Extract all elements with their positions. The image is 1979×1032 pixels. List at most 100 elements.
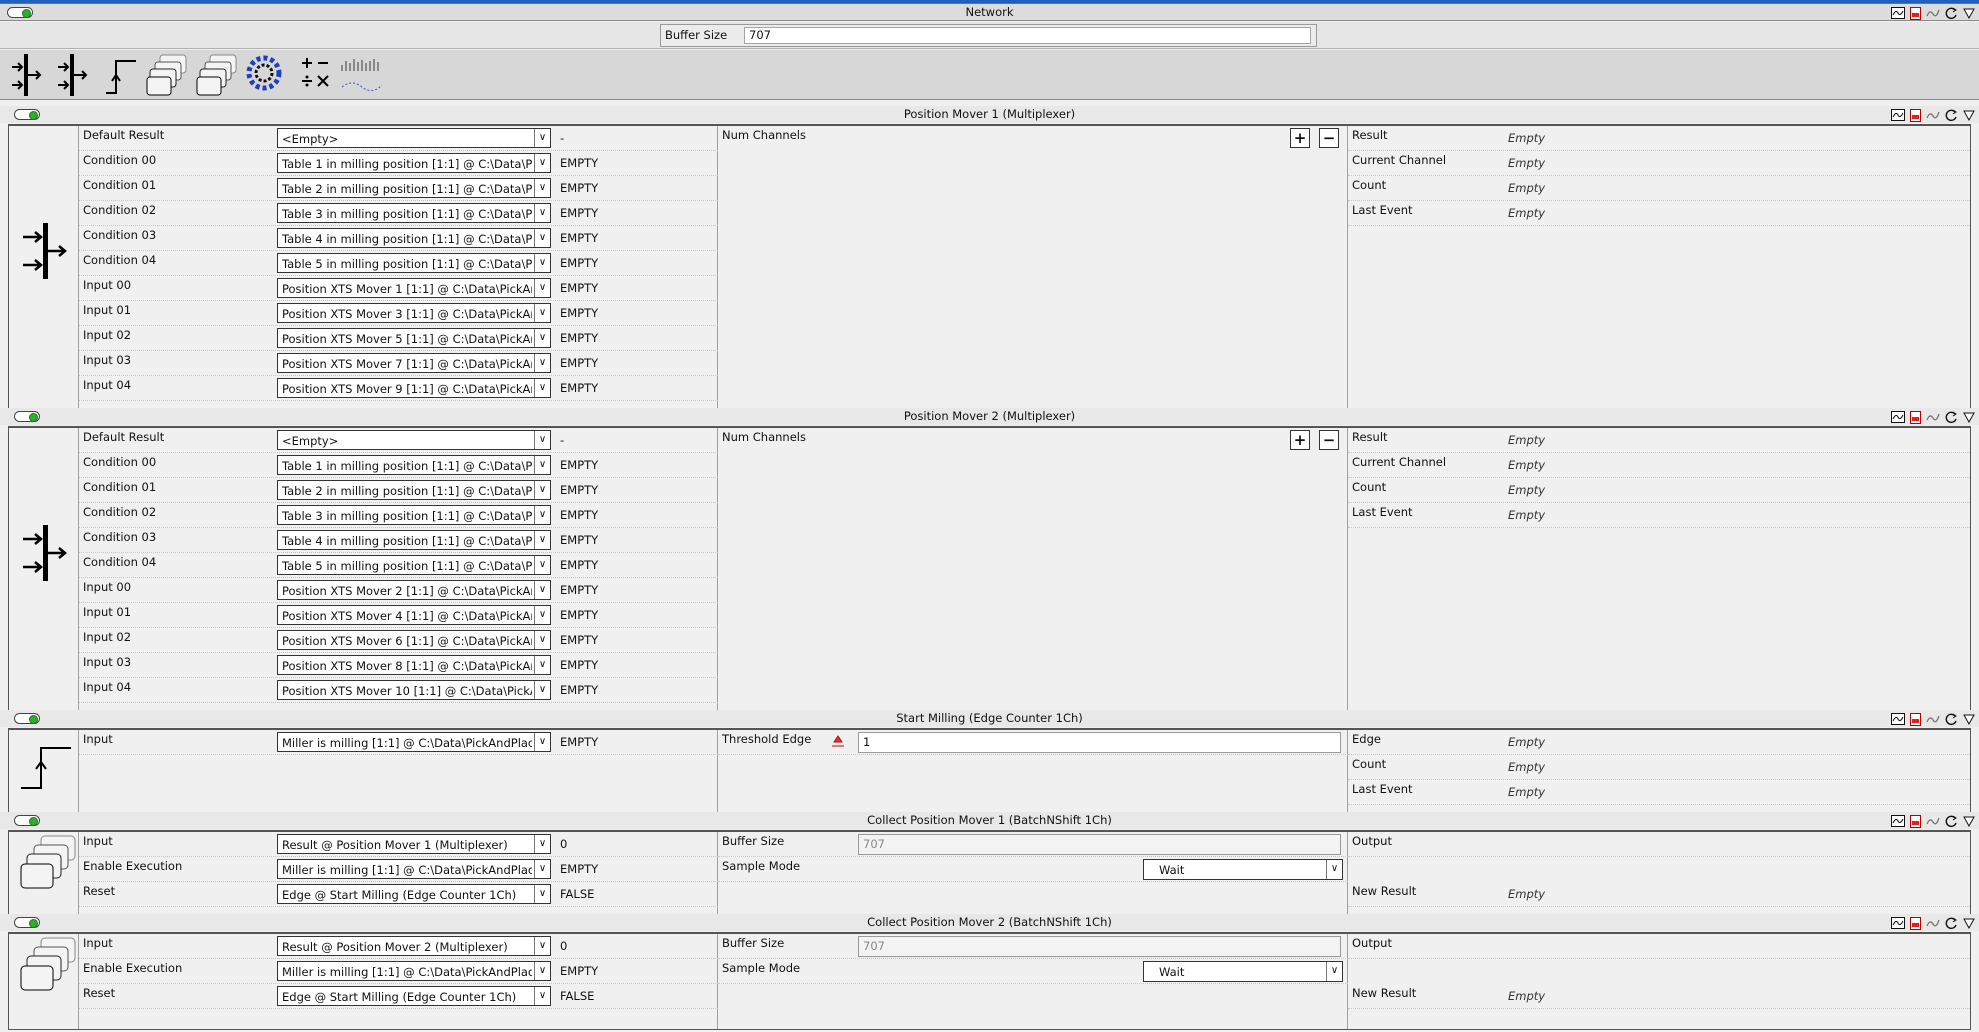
pdf-icon[interactable] (1910, 712, 1921, 726)
buffer-size-input[interactable]: 707 (858, 834, 1341, 855)
block-enable-toggle[interactable] (14, 917, 40, 928)
input-source-dropdown[interactable]: Edge @ Start Milling (Edge Counter 1Ch) ∨ (277, 884, 551, 904)
chart-icon[interactable] (1891, 109, 1905, 121)
chevron-down-icon[interactable]: ∨ (534, 304, 550, 322)
refresh-icon[interactable] (1945, 713, 1958, 726)
arithmetic-icon[interactable] (298, 53, 334, 93)
chart-icon[interactable] (1891, 713, 1905, 725)
chevron-down-icon[interactable]: ∨ (534, 204, 550, 222)
collapse-icon[interactable] (1963, 7, 1975, 19)
pdf-icon[interactable] (1910, 410, 1921, 424)
signal-icon[interactable] (340, 53, 386, 93)
collapse-icon[interactable] (1963, 109, 1975, 121)
input-source-dropdown[interactable]: Table 2 in milling position [1:1] @ C:\D… (277, 480, 551, 500)
input-source-dropdown[interactable]: Edge @ Start Milling (Edge Counter 1Ch) ∨ (277, 986, 551, 1006)
chevron-down-icon[interactable]: ∨ (534, 631, 550, 649)
input-source-dropdown[interactable]: Table 4 in milling position [1:1] @ C:\D… (277, 530, 551, 550)
signal-icon[interactable] (1926, 7, 1940, 19)
signal-icon[interactable] (1926, 109, 1940, 121)
edge-counter-icon[interactable] (104, 53, 140, 97)
chevron-down-icon[interactable]: ∨ (1326, 860, 1342, 879)
signal-icon[interactable] (1926, 713, 1940, 725)
pdf-icon[interactable] (1910, 814, 1921, 828)
chevron-down-icon[interactable]: ∨ (534, 987, 550, 1005)
block-enable-toggle[interactable] (14, 411, 40, 422)
chevron-down-icon[interactable]: ∨ (534, 937, 550, 955)
chevron-down-icon[interactable]: ∨ (534, 456, 550, 474)
input-source-dropdown[interactable]: Position XTS Mover 8 [1:1] @ C:\Data\Pic… (277, 655, 551, 675)
chevron-down-icon[interactable]: ∨ (534, 556, 550, 574)
add-channel-button[interactable]: + (1290, 430, 1310, 450)
block-enable-toggle[interactable] (14, 815, 40, 826)
input-source-dropdown[interactable]: <Empty> ∨ (277, 128, 551, 148)
input-source-dropdown[interactable]: Position XTS Mover 9 [1:1] @ C:\Data\Pic… (277, 378, 551, 398)
pdf-icon[interactable] (1910, 6, 1921, 20)
chevron-down-icon[interactable]: ∨ (534, 329, 550, 347)
input-source-dropdown[interactable]: Result @ Position Mover 2 (Multiplexer) ∨ (277, 936, 551, 956)
input-source-dropdown[interactable]: Miller is milling [1:1] @ C:\Data\PickAn… (277, 961, 551, 981)
collapse-icon[interactable] (1963, 411, 1975, 423)
chevron-down-icon[interactable]: ∨ (1326, 962, 1342, 981)
refresh-icon[interactable] (1945, 109, 1958, 122)
network-buffer-input[interactable]: 707 (744, 27, 1311, 44)
collapse-icon[interactable] (1963, 713, 1975, 725)
chart-icon[interactable] (1891, 917, 1905, 929)
threshold-edge-input[interactable]: 1 (858, 732, 1341, 753)
sample-mode-select[interactable]: Wait ∨ (1143, 859, 1343, 880)
chart-icon[interactable] (1891, 815, 1905, 827)
chevron-down-icon[interactable]: ∨ (534, 254, 550, 272)
input-source-dropdown[interactable]: Table 1 in milling position [1:1] @ C:\D… (277, 455, 551, 475)
multiplexer-icon[interactable] (56, 53, 90, 97)
refresh-icon[interactable] (1945, 815, 1958, 828)
input-source-dropdown[interactable]: Position XTS Mover 7 [1:1] @ C:\Data\Pic… (277, 353, 551, 373)
chevron-down-icon[interactable]: ∨ (534, 581, 550, 599)
chart-icon[interactable] (1891, 411, 1905, 423)
input-source-dropdown[interactable]: Table 3 in milling position [1:1] @ C:\D… (277, 505, 551, 525)
chevron-down-icon[interactable]: ∨ (534, 606, 550, 624)
refresh-icon[interactable] (1945, 411, 1958, 424)
input-source-dropdown[interactable]: Position XTS Mover 6 [1:1] @ C:\Data\Pic… (277, 630, 551, 650)
block-enable-toggle[interactable] (14, 109, 40, 120)
chart-icon[interactable] (1891, 7, 1905, 19)
signal-icon[interactable] (1926, 815, 1940, 827)
input-source-dropdown[interactable]: Table 4 in milling position [1:1] @ C:\D… (277, 228, 551, 248)
remove-channel-button[interactable]: − (1319, 430, 1339, 450)
input-source-dropdown[interactable]: Position XTS Mover 4 [1:1] @ C:\Data\Pic… (277, 605, 551, 625)
input-source-dropdown[interactable]: Position XTS Mover 2 [1:1] @ C:\Data\Pic… (277, 580, 551, 600)
refresh-icon[interactable] (1945, 917, 1958, 930)
input-source-dropdown[interactable]: <Empty> ∨ (277, 430, 551, 450)
chevron-down-icon[interactable]: ∨ (534, 962, 550, 980)
add-channel-button[interactable]: + (1290, 128, 1310, 148)
chevron-down-icon[interactable]: ∨ (534, 279, 550, 297)
rising-edge-icon[interactable] (831, 734, 845, 751)
input-source-dropdown[interactable]: Table 5 in milling position [1:1] @ C:\D… (277, 253, 551, 273)
input-source-dropdown[interactable]: Table 5 in milling position [1:1] @ C:\D… (277, 555, 551, 575)
chevron-down-icon[interactable]: ∨ (534, 229, 550, 247)
input-source-dropdown[interactable]: Table 2 in milling position [1:1] @ C:\D… (277, 178, 551, 198)
chevron-down-icon[interactable]: ∨ (534, 656, 550, 674)
input-source-dropdown[interactable]: Position XTS Mover 10 [1:1] @ C:\Data\Pi… (277, 680, 551, 700)
chevron-down-icon[interactable]: ∨ (534, 506, 550, 524)
multiplexer-icon[interactable] (10, 53, 44, 97)
chevron-down-icon[interactable]: ∨ (534, 379, 550, 397)
block-enable-toggle[interactable] (14, 713, 40, 724)
collapse-icon[interactable] (1963, 917, 1975, 929)
chevron-down-icon[interactable]: ∨ (534, 179, 550, 197)
chevron-down-icon[interactable]: ∨ (534, 681, 550, 699)
chevron-down-icon[interactable]: ∨ (534, 860, 550, 878)
chevron-down-icon[interactable]: ∨ (534, 885, 550, 903)
chevron-down-icon[interactable]: ∨ (534, 129, 550, 147)
pdf-icon[interactable] (1910, 108, 1921, 122)
remove-channel-button[interactable]: − (1319, 128, 1339, 148)
input-source-dropdown[interactable]: Position XTS Mover 1 [1:1] @ C:\Data\Pic… (277, 278, 551, 298)
input-source-dropdown[interactable]: Table 1 in milling position [1:1] @ C:\D… (277, 153, 551, 173)
signal-icon[interactable] (1926, 411, 1940, 423)
input-source-dropdown[interactable]: Result @ Position Mover 1 (Multiplexer) ∨ (277, 834, 551, 854)
input-source-dropdown[interactable]: Miller is milling [1:1] @ C:\Data\PickAn… (277, 732, 551, 752)
buffer-size-input[interactable]: 707 (858, 936, 1341, 957)
chevron-down-icon[interactable]: ∨ (534, 835, 550, 853)
pdf-icon[interactable] (1910, 916, 1921, 930)
batch-shift-icon[interactable] (146, 53, 192, 97)
chevron-down-icon[interactable]: ∨ (534, 481, 550, 499)
chevron-down-icon[interactable]: ∨ (534, 431, 550, 449)
